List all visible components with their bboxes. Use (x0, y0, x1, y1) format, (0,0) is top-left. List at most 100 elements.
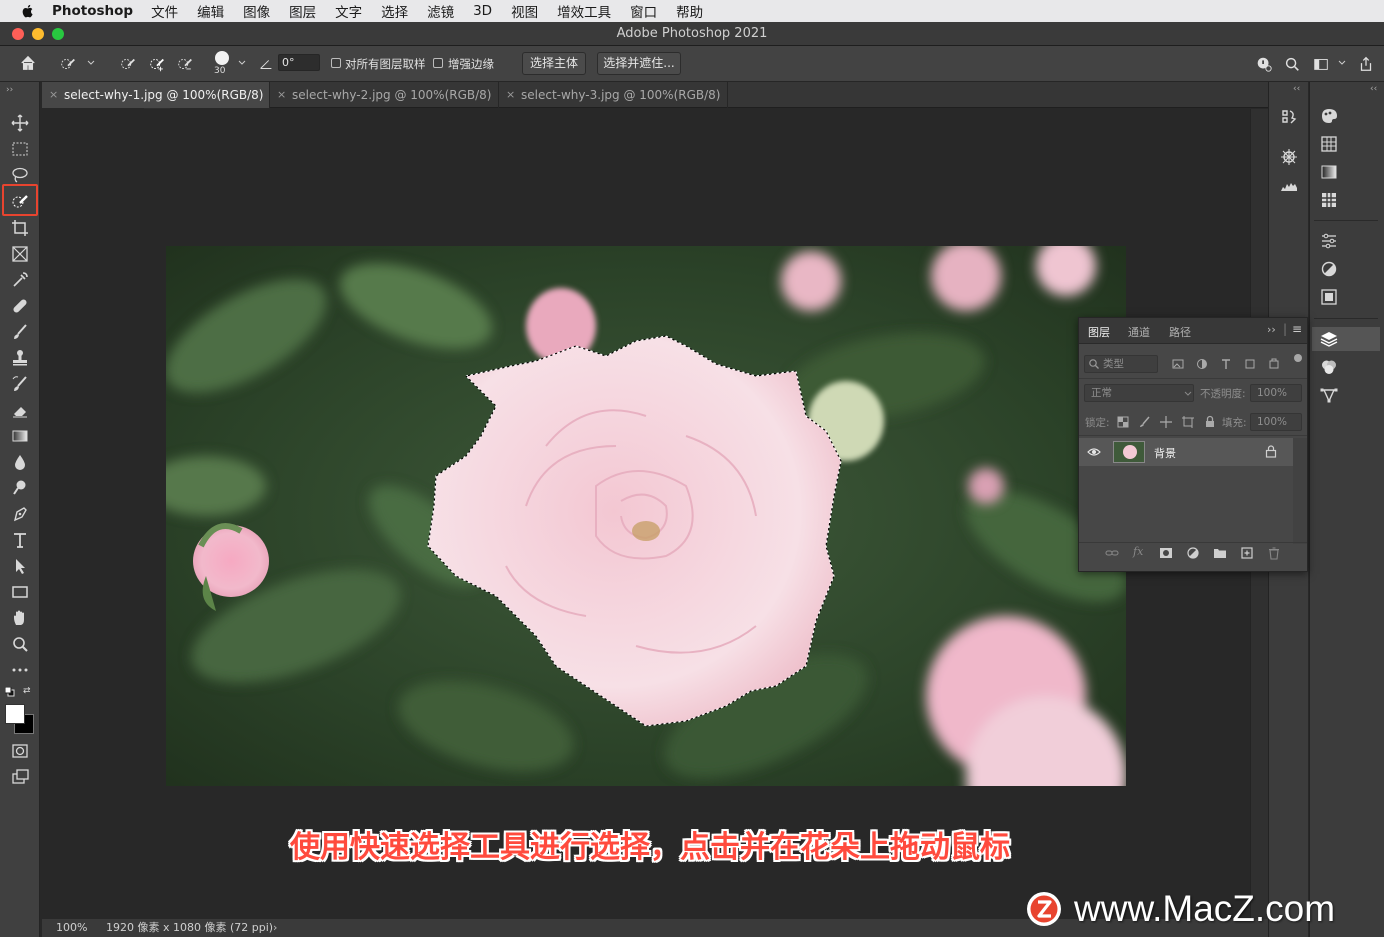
tab-select-why-2[interactable]: × select-why-2.jpg @ 100%(RGB/8) (270, 82, 499, 108)
chevron-down-icon[interactable] (1184, 390, 1192, 398)
collapse-panel-icon[interactable]: ›› (1267, 323, 1276, 336)
brush-tool-icon[interactable] (9, 321, 31, 343)
tab-select-why-3[interactable]: × select-why-3.jpg @ 100%(RGB/8) (499, 82, 728, 108)
lock-artboard-icon[interactable] (1181, 415, 1195, 429)
dodge-tool-icon[interactable] (9, 477, 31, 499)
rectangle-tool-icon[interactable] (9, 581, 31, 603)
chevron-right-icon[interactable]: › (273, 919, 277, 937)
link-layers-icon[interactable] (1105, 546, 1119, 560)
collapse-icon[interactable]: ›› (6, 85, 13, 95)
menu-window[interactable]: 窗口 (630, 1, 657, 21)
blend-mode-select[interactable]: 正常 (1084, 384, 1194, 402)
layers-icon[interactable] (1318, 328, 1340, 350)
close-tab-icon[interactable]: × (49, 82, 58, 108)
lock-position-icon[interactable] (1159, 415, 1173, 429)
chevron-down-icon[interactable] (87, 59, 95, 67)
brush-size-preview[interactable] (215, 51, 229, 65)
enhance-edge-checkbox[interactable] (433, 58, 443, 68)
filter-pixel-icon[interactable] (1171, 357, 1185, 371)
menu-layer[interactable]: 图层 (289, 1, 316, 21)
select-and-mask-button[interactable]: 选择并遮住... (597, 52, 681, 75)
swap-colors-icon[interactable]: ⇄ (23, 686, 33, 696)
path-selection-tool-icon[interactable] (9, 555, 31, 577)
fill-input[interactable]: 100% (1250, 413, 1302, 431)
screen-mode-icon[interactable] (9, 766, 31, 788)
subtract-from-selection-icon[interactable] (175, 55, 195, 73)
marquee-tool-icon[interactable] (9, 138, 31, 160)
gradients-icon[interactable] (1318, 161, 1340, 183)
blur-tool-icon[interactable] (9, 451, 31, 473)
tool-preset-icon[interactable] (58, 55, 78, 73)
libraries-icon[interactable] (1318, 286, 1340, 308)
document-image[interactable] (166, 246, 1126, 786)
menu-filter[interactable]: 滤镜 (427, 1, 454, 21)
document-info[interactable]: 1920 像素 x 1080 像素 (72 ppi) (106, 919, 273, 937)
zoom-level[interactable]: 100% (56, 919, 87, 937)
paths-icon[interactable] (1318, 384, 1340, 406)
healing-brush-tool-icon[interactable] (9, 295, 31, 317)
search-icon[interactable] (1282, 55, 1302, 73)
new-group-icon[interactable] (1213, 546, 1227, 560)
chevron-down-icon[interactable] (1338, 59, 1346, 67)
menu-edit[interactable]: 编辑 (197, 1, 224, 21)
default-colors-icon[interactable] (4, 686, 15, 697)
histogram-icon[interactable] (1278, 174, 1300, 196)
menu-type[interactable]: 文字 (335, 1, 362, 21)
lock-image-icon[interactable] (1138, 415, 1152, 429)
tab-channels[interactable]: 通道 (1128, 324, 1150, 340)
share-icon[interactable] (1356, 55, 1376, 73)
pen-tool-icon[interactable] (9, 503, 31, 525)
fx-icon[interactable]: fx (1133, 545, 1143, 558)
collapse-icon[interactable]: ‹‹ (1293, 84, 1300, 94)
workspace-icon[interactable] (1311, 55, 1331, 73)
close-tab-icon[interactable]: × (506, 82, 515, 108)
collapse-icon[interactable]: ‹‹ (1370, 84, 1377, 94)
swatches-icon[interactable] (1318, 133, 1340, 155)
color-icon[interactable] (1318, 105, 1340, 127)
select-subject-button[interactable]: 选择主体 (522, 52, 586, 75)
home-icon[interactable] (18, 54, 38, 72)
layer-row-background[interactable]: 背景 (1079, 438, 1293, 466)
menu-app-name[interactable]: Photoshop (52, 3, 133, 19)
crop-tool-icon[interactable] (9, 217, 31, 239)
channels-icon[interactable] (1318, 356, 1340, 378)
filter-smart-object-icon[interactable] (1267, 357, 1281, 371)
history-icon[interactable] (1278, 106, 1300, 128)
menu-file[interactable]: 文件 (151, 1, 178, 21)
quick-mask-icon[interactable] (9, 740, 31, 762)
lock-transparent-icon[interactable] (1116, 415, 1130, 429)
navigator-icon[interactable] (1278, 146, 1300, 168)
lasso-tool-icon[interactable] (9, 164, 31, 186)
filter-toggle[interactable] (1294, 354, 1302, 362)
menu-3d[interactable]: 3D (473, 3, 492, 19)
properties-icon[interactable] (1318, 230, 1340, 252)
menu-plugins[interactable]: 增效工具 (557, 1, 611, 21)
quick-selection-tool-icon[interactable] (9, 190, 31, 212)
sample-all-layers-checkbox[interactable] (331, 58, 341, 68)
delete-layer-icon[interactable] (1267, 546, 1281, 560)
eraser-tool-icon[interactable] (9, 399, 31, 421)
tab-select-why-1[interactable]: × select-why-1.jpg @ 100%(RGB/8) (42, 82, 270, 108)
add-mask-icon[interactable] (1159, 546, 1173, 560)
more-tools-icon[interactable] (9, 659, 31, 681)
patterns-icon[interactable] (1318, 189, 1340, 211)
layer-name[interactable]: 背景 (1154, 445, 1176, 461)
foreground-color-swatch[interactable] (5, 704, 25, 724)
eyedropper-tool-icon[interactable] (9, 269, 31, 291)
menu-help[interactable]: 帮助 (676, 1, 703, 21)
add-to-selection-icon[interactable] (147, 55, 167, 73)
panel-menu-icon[interactable]: ≡ (1292, 322, 1302, 336)
learn-icon[interactable] (1254, 55, 1274, 73)
tab-layers[interactable]: 图层 (1088, 324, 1110, 340)
chevron-down-icon[interactable] (238, 59, 246, 67)
history-brush-tool-icon[interactable] (9, 373, 31, 395)
menu-image[interactable]: 图像 (243, 1, 270, 21)
close-tab-icon[interactable]: × (277, 82, 286, 108)
filter-type-icon[interactable] (1219, 357, 1233, 371)
clone-stamp-tool-icon[interactable] (9, 347, 31, 369)
new-adjustment-layer-icon[interactable] (1186, 546, 1200, 560)
filter-shape-icon[interactable] (1243, 357, 1257, 371)
menu-view[interactable]: 视图 (511, 1, 538, 21)
lock-all-icon[interactable] (1203, 415, 1217, 429)
filter-adjustment-icon[interactable] (1195, 357, 1209, 371)
